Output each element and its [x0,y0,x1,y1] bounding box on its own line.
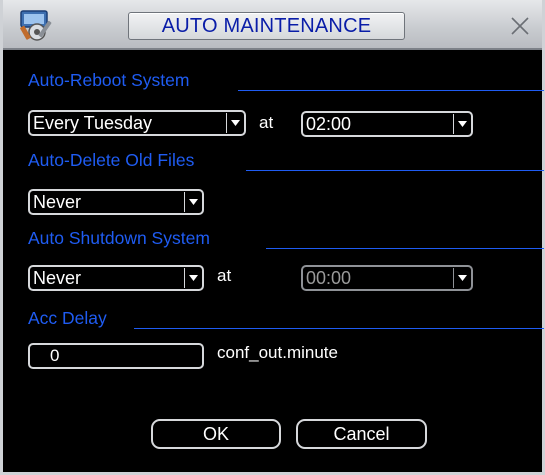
section-auto-delete: Auto-Delete Old Files [28,150,544,174]
section-divider [134,328,544,329]
chevron-down-icon[interactable] [226,113,243,133]
section-acc-delay: Acc Delay [28,308,544,332]
shutdown-at-label: at [217,266,232,285]
section-auto-shutdown: Auto Shutdown System [28,228,544,252]
cancel-button[interactable]: Cancel [296,419,427,449]
delete-files-value: Never [33,192,82,212]
auto-maintenance-dialog: AUTO MAINTENANCE Auto-Reboot System Ever… [0,0,545,475]
ok-button[interactable]: OK [151,419,281,449]
section-divider [238,90,544,91]
acc-delay-unit-label: conf_out.minute [217,343,338,362]
shutdown-time-value: 00:00 [306,268,352,288]
chevron-down-icon[interactable] [453,268,470,288]
chevron-down-icon[interactable] [184,268,201,288]
reboot-day-value: Every Tuesday [33,113,153,133]
chevron-down-icon[interactable] [453,114,470,134]
reboot-at-label: at [259,113,274,132]
reboot-time-select[interactable]: 02:00 [301,111,473,137]
delete-files-select[interactable]: Never [28,189,204,215]
chevron-down-icon[interactable] [184,192,201,212]
section-divider [246,170,544,171]
close-icon[interactable] [509,15,531,37]
section-acc-delay-label: Acc Delay [28,308,107,328]
settings-tools-icon [17,8,55,42]
acc-delay-input[interactable]: 0 [28,343,204,369]
title-bar[interactable]: AUTO MAINTENANCE [3,0,542,50]
section-divider [266,248,544,249]
shutdown-time-select[interactable]: 00:00 [301,265,473,291]
reboot-day-select[interactable]: Every Tuesday [28,110,246,136]
shutdown-day-select[interactable]: Never [28,265,204,291]
section-auto-shutdown-label: Auto Shutdown System [28,228,210,248]
section-auto-delete-label: Auto-Delete Old Files [28,150,195,170]
shutdown-day-value: Never [33,268,82,288]
reboot-time-value: 02:00 [306,114,352,134]
section-auto-reboot-label: Auto-Reboot System [28,70,190,90]
window-title: AUTO MAINTENANCE [128,12,405,40]
section-auto-reboot: Auto-Reboot System [28,70,544,94]
